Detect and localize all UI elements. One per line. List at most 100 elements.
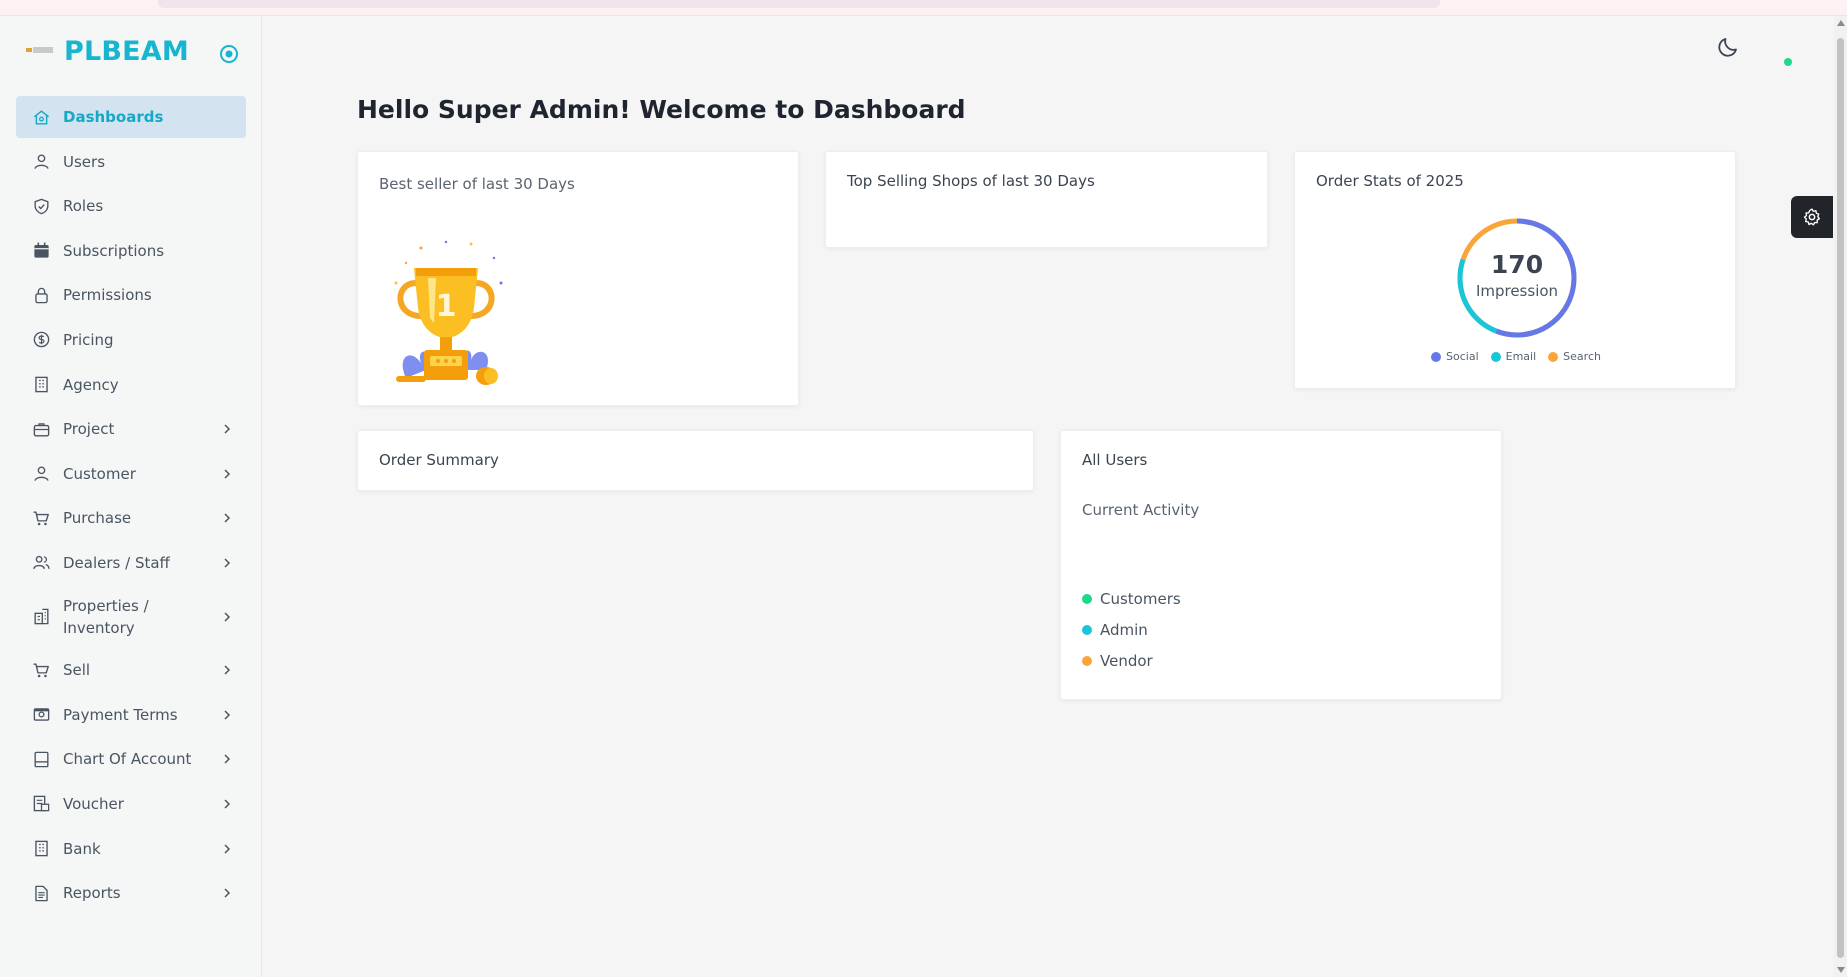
address-pill xyxy=(158,0,1440,8)
current-activity-label: Current Activity xyxy=(1082,501,1200,519)
building-icon xyxy=(31,375,51,395)
shield-check-icon xyxy=(31,196,51,216)
legend-swatch xyxy=(1082,624,1092,635)
sidebar-item-purchase[interactable]: Purchase xyxy=(16,497,246,539)
sidebar-item-label: Pricing xyxy=(63,330,114,349)
order-summary-title: Order Summary xyxy=(379,451,499,469)
scroll-up-arrow-icon[interactable] xyxy=(1837,20,1845,26)
chevron-right-icon[interactable] xyxy=(220,511,234,525)
legend-item-search[interactable]: Search xyxy=(1548,350,1601,363)
activity-label: Vendor xyxy=(1100,651,1153,670)
chevron-right-icon[interactable] xyxy=(220,708,234,722)
legend-swatch xyxy=(1082,593,1092,604)
top-shops-card: Top Selling Shops of last 30 Days xyxy=(825,151,1268,248)
chevron-right-icon[interactable] xyxy=(220,797,234,811)
sidebar-item-agency[interactable]: Agency xyxy=(16,364,246,406)
sidebar-item-voucher[interactable]: Voucher xyxy=(16,783,246,825)
brand[interactable]: PLBEAM xyxy=(26,32,246,72)
sidebar-item-label: Project xyxy=(63,420,115,439)
sidebar-item-reports[interactable]: Reports xyxy=(16,872,246,914)
activity-legend: Customers Admin Vendor xyxy=(1082,583,1181,676)
sidebar-item-label: Customer xyxy=(63,464,136,483)
sidebar-item-subscriptions[interactable]: Subscriptions xyxy=(16,230,246,272)
sidebar-item-payment-terms[interactable]: Payment Terms xyxy=(16,694,246,736)
legend-item-social[interactable]: Social xyxy=(1431,350,1479,363)
cart-icon xyxy=(31,660,51,680)
sidebar-item-label: Permissions xyxy=(63,286,152,305)
sidebar-item-project[interactable]: Project xyxy=(16,408,246,450)
sidebar-item-label: Dashboards xyxy=(63,108,164,126)
page-scrollbar[interactable] xyxy=(1834,16,1847,977)
sidebar-item-label: Roles xyxy=(63,197,104,216)
sidebar-item-label: Purchase xyxy=(63,509,132,528)
all-users-card: All Users Current Activity Customers Adm… xyxy=(1060,430,1502,700)
chevron-right-icon[interactable] xyxy=(220,663,234,677)
order-stats-value: 170 xyxy=(1490,250,1544,279)
settings-button[interactable] xyxy=(1791,196,1833,238)
best-seller-title: Best seller of last 30 Days xyxy=(379,175,575,193)
chevron-right-icon[interactable] xyxy=(220,610,234,624)
legend-swatch xyxy=(1548,351,1559,362)
sidebar-item-label: Sell xyxy=(63,661,91,680)
best-seller-card: Best seller of last 30 Days 1 xyxy=(357,151,799,406)
sidebar-item-properties-inventory[interactable]: Properties / Inventory xyxy=(16,587,246,647)
sidebar-item-label: Voucher xyxy=(63,794,124,813)
sidebar-item-roles[interactable]: Roles xyxy=(16,185,246,227)
legend-label: Email xyxy=(1505,350,1537,363)
sidebar-item-label: Dealers / Staff xyxy=(63,553,170,572)
chevron-right-icon[interactable] xyxy=(220,752,234,766)
order-stats-card: Order Stats of 2025 170 Impression Socia… xyxy=(1294,151,1736,389)
sidebar-item-users[interactable]: Users xyxy=(16,141,246,183)
buildings-icon xyxy=(31,607,51,627)
trophy-number: 1 xyxy=(436,289,457,324)
chevron-right-icon[interactable] xyxy=(220,842,234,856)
home-icon xyxy=(31,107,51,127)
user-icon xyxy=(31,464,51,484)
user-icon xyxy=(31,152,51,172)
all-users-title: All Users xyxy=(1082,451,1148,469)
target-icon[interactable] xyxy=(219,44,239,64)
sidebar-item-dashboards[interactable]: Dashboards xyxy=(16,96,246,138)
sidebar-item-chart-of-account[interactable]: Chart Of Account xyxy=(16,738,246,780)
sidebar-item-permissions[interactable]: Permissions xyxy=(16,274,246,316)
legend-swatch xyxy=(1490,351,1501,362)
chevron-right-icon[interactable] xyxy=(220,886,234,900)
activity-item-customers: Customers xyxy=(1082,583,1181,614)
activity-label: Customers xyxy=(1100,589,1181,608)
sidebar-item-customer[interactable]: Customer xyxy=(16,453,246,495)
sidebar-item-label: Properties / Inventory xyxy=(63,596,149,637)
sidebar-item-label: Subscriptions xyxy=(63,241,165,260)
scrollbar-thumb[interactable] xyxy=(1837,38,1844,958)
ledger-icon xyxy=(31,749,51,769)
top-shops-title: Top Selling Shops of last 30 Days xyxy=(847,172,1095,190)
chevron-right-icon[interactable] xyxy=(220,422,234,436)
sidebar-item-sell[interactable]: Sell xyxy=(16,649,246,691)
sidebar-item-label: Chart Of Account xyxy=(63,750,192,769)
legend-label: Search xyxy=(1563,350,1601,363)
sidebar-item-dealers-staff[interactable]: Dealers / Staff xyxy=(16,542,246,584)
activity-label: Admin xyxy=(1100,620,1148,639)
briefcase-icon xyxy=(31,419,51,439)
report-icon xyxy=(31,883,51,903)
online-status-dot xyxy=(1784,58,1792,66)
chevron-right-icon[interactable] xyxy=(220,467,234,481)
sidebar-menu: Dashboards Users Roles Subscriptions Permiss… xyxy=(16,96,246,917)
sidebar-item-label: Agency xyxy=(63,375,119,394)
users-icon xyxy=(31,553,51,573)
legend-swatch xyxy=(1082,655,1092,666)
brand-name: PLBEAM xyxy=(64,36,189,67)
sidebar-item-bank[interactable]: Bank xyxy=(16,828,246,870)
legend-item-email[interactable]: Email xyxy=(1490,350,1537,363)
sidebar-item-label: Bank xyxy=(63,839,101,858)
activity-item-vendor: Vendor xyxy=(1082,645,1181,676)
order-stats-legend: Social Email Search xyxy=(1295,350,1737,363)
cash-icon xyxy=(31,705,51,725)
calendar-icon xyxy=(31,241,51,261)
scroll-down-arrow-icon[interactable] xyxy=(1837,967,1845,973)
sidebar-item-pricing[interactable]: Pricing xyxy=(16,319,246,361)
moon-icon[interactable] xyxy=(1716,35,1740,59)
activity-item-admin: Admin xyxy=(1082,614,1181,645)
chevron-right-icon[interactable] xyxy=(220,556,234,570)
legend-swatch xyxy=(1431,351,1442,362)
browser-top-strip xyxy=(0,0,1847,16)
